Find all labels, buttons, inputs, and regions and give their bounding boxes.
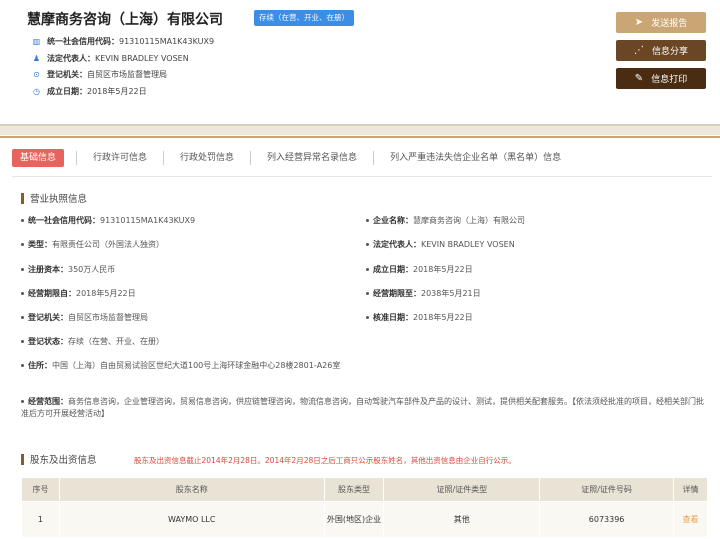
- license-section-title: 营业执照信息: [21, 191, 87, 205]
- col-header-id-no: 证照/证件号码: [539, 477, 674, 502]
- share-icon: ⋰: [633, 45, 644, 56]
- credit-code-value: 91310115MA1K43KUX9: [119, 37, 215, 46]
- cell-id-no: 6073396: [539, 501, 674, 538]
- tab-blacklist[interactable]: 列入严重违法失信企业名单（黑名单）信息: [382, 149, 569, 167]
- field-legal-rep: 法定代表人：KEVIN BRADLEY VOSEN: [366, 239, 515, 251]
- person-icon: ♟: [32, 54, 41, 63]
- tab-separator: [163, 151, 165, 165]
- share-info-button[interactable]: ⋰ 信息分享: [616, 40, 706, 61]
- send-report-button[interactable]: ➤ 发送报告: [616, 12, 706, 33]
- field-registration-status: 登记状态：存续（在营、开业、在册）: [21, 336, 164, 348]
- header-band-line: [0, 136, 720, 138]
- field-approval-date: 核准日期：2018年5月22日: [366, 312, 473, 324]
- header-band: [0, 124, 720, 135]
- col-header-type: 股东类型: [323, 477, 385, 502]
- shareholders-section-title: 股东及出资信息: [21, 452, 97, 466]
- pencil-icon: ✎: [634, 73, 644, 84]
- field-term-from: 经营期限自：2018年5月22日: [21, 288, 136, 300]
- col-header-index: 序号: [21, 477, 60, 502]
- print-info-button[interactable]: ✎ 信息打印: [616, 68, 706, 89]
- field-founding-date: 成立日期：2018年5月22日: [366, 264, 473, 276]
- cell-type: 外国(地区)企业: [323, 501, 385, 538]
- tab-separator: [76, 151, 78, 165]
- cell-index: 1: [21, 501, 60, 538]
- legal-rep-value: KEVIN BRADLEY VOSEN: [95, 54, 189, 63]
- tab-bar: 基础信息 行政许可信息 行政处罚信息 列入经营异常名录信息 列入严重违法失信企业…: [0, 147, 720, 169]
- company-name: 慧摩商务咨询（上海）有限公司: [27, 12, 223, 28]
- field-registration-authority: 登记机关：自贸区市场监督管理局: [21, 312, 148, 324]
- field-company-name: 企业名称：慧摩商务咨询（上海）有限公司: [366, 215, 525, 227]
- founding-date-line: ◷ 成立日期： 2018年5月22日: [33, 87, 147, 96]
- table-row: 1 WAYMO LLC 外国(地区)企业 其他 6073396 查看: [21, 501, 708, 538]
- tab-admin-penalty[interactable]: 行政处罚信息: [172, 149, 242, 167]
- tab-abnormal-operation[interactable]: 列入经营异常名录信息: [259, 149, 365, 167]
- credit-code-line: ▥ 统一社会信用代码： 91310115MA1K43KUX9: [32, 37, 215, 46]
- col-header-id-type: 证照/证件类型: [383, 477, 541, 502]
- col-header-name: 股东名称: [58, 477, 325, 502]
- field-term-to: 经营期限至：2038年5月21日: [366, 288, 481, 300]
- founding-date-value: 2018年5月22日: [87, 87, 147, 96]
- paper-plane-icon: ➤: [634, 17, 644, 28]
- cell-id-type: 其他: [383, 501, 541, 538]
- shareholders-notice: 股东及出资信息截止2014年2月28日。2014年2月28日之后工商只公示股东姓…: [134, 456, 516, 465]
- section-divider: [12, 176, 712, 177]
- registration-authority-line: ⊙ 登记机关： 自贸区市场监督管理局: [33, 70, 167, 79]
- company-header: 慧摩商务咨询（上海）有限公司 存续（在营、开业、在册） ▥ 统一社会信用代码： …: [0, 0, 720, 128]
- tab-separator: [250, 151, 252, 165]
- table-header-row: 序号 股东名称 股东类型 证照/证件类型 证照/证件号码 详情: [21, 477, 708, 502]
- status-badge: 存续（在营、开业、在册）: [254, 10, 354, 26]
- view-detail-link[interactable]: 查看: [673, 501, 708, 538]
- clock-icon: ◷: [33, 87, 40, 96]
- barcode-icon: ▥: [32, 37, 41, 46]
- field-company-type: 类型：有限责任公司（外国法人独资）: [21, 239, 164, 251]
- tab-separator: [373, 151, 375, 165]
- field-credit-code: 统一社会信用代码：91310115MA1K43KUX9: [21, 215, 195, 227]
- tab-basic-info[interactable]: 基础信息: [12, 149, 65, 167]
- cell-name: WAYMO LLC: [58, 501, 325, 538]
- shareholders-table: 序号 股东名称 股东类型 证照/证件类型 证照/证件号码 详情 1 WAYMO …: [21, 477, 708, 538]
- tab-admin-license[interactable]: 行政许可信息: [85, 149, 155, 167]
- field-address: 住所：中国（上海）自由贸易试验区世纪大道100号上海环球金融中心28楼2801-…: [21, 360, 361, 372]
- field-business-scope: 经营范围：商务信息咨询，企业管理咨询，贸易信息咨询，供应链管理咨询，物流信息咨询…: [21, 397, 704, 418]
- registration-authority-value: 自贸区市场监督管理局: [87, 70, 167, 79]
- col-header-detail: 详情: [673, 477, 708, 502]
- field-registered-capital: 注册资本：350万人民币: [21, 264, 115, 276]
- location-icon: ⊙: [33, 70, 40, 79]
- legal-rep-line: ♟ 法定代表人： KEVIN BRADLEY VOSEN: [32, 54, 189, 63]
